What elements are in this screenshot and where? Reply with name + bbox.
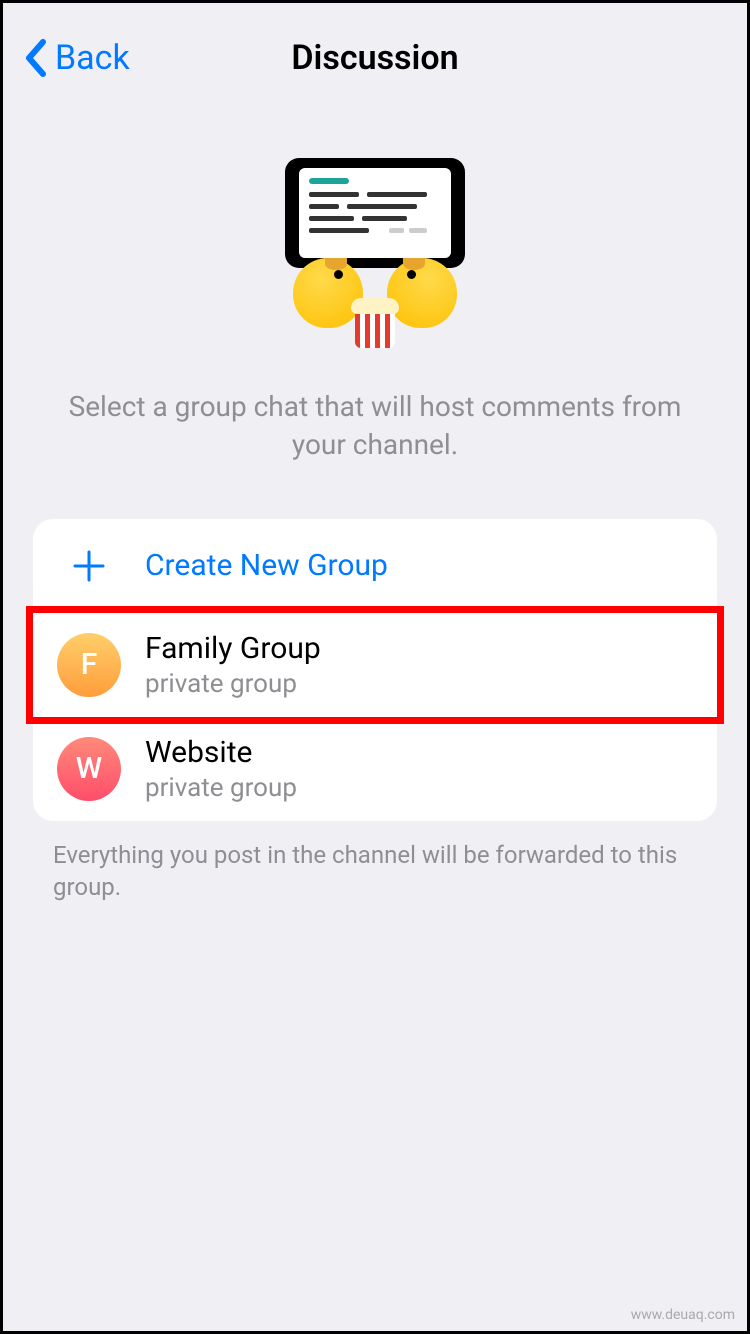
device-icon — [285, 158, 465, 268]
avatar: F — [57, 633, 121, 697]
chevron-left-icon — [23, 38, 47, 78]
group-item-website[interactable]: W Website private group — [33, 717, 717, 821]
group-title: Family Group — [145, 631, 321, 667]
group-title: Website — [145, 735, 297, 771]
create-group-label: Create New Group — [145, 548, 388, 584]
group-subtitle: private group — [145, 669, 321, 699]
watermark: www.deuaq.com — [631, 1307, 735, 1323]
plus-icon — [71, 548, 107, 584]
back-label: Back — [55, 38, 130, 78]
illustration — [3, 158, 747, 358]
back-button[interactable]: Back — [23, 38, 130, 78]
avatar: W — [57, 737, 121, 801]
group-subtitle: private group — [145, 773, 297, 803]
group-item-family[interactable]: F Family Group private group — [26, 606, 724, 724]
page-title: Discussion — [291, 38, 458, 78]
duck-left-icon — [293, 258, 363, 328]
popcorn-icon — [355, 310, 395, 348]
footer-note: Everything you post in the channel will … — [53, 839, 697, 904]
duck-right-icon — [387, 258, 457, 328]
header-bar: Back Discussion — [3, 3, 747, 113]
create-new-group-button[interactable]: Create New Group — [33, 519, 717, 613]
group-list: Create New Group F Family Group private … — [33, 519, 717, 821]
description-text: Select a group chat that will host comme… — [43, 388, 707, 464]
